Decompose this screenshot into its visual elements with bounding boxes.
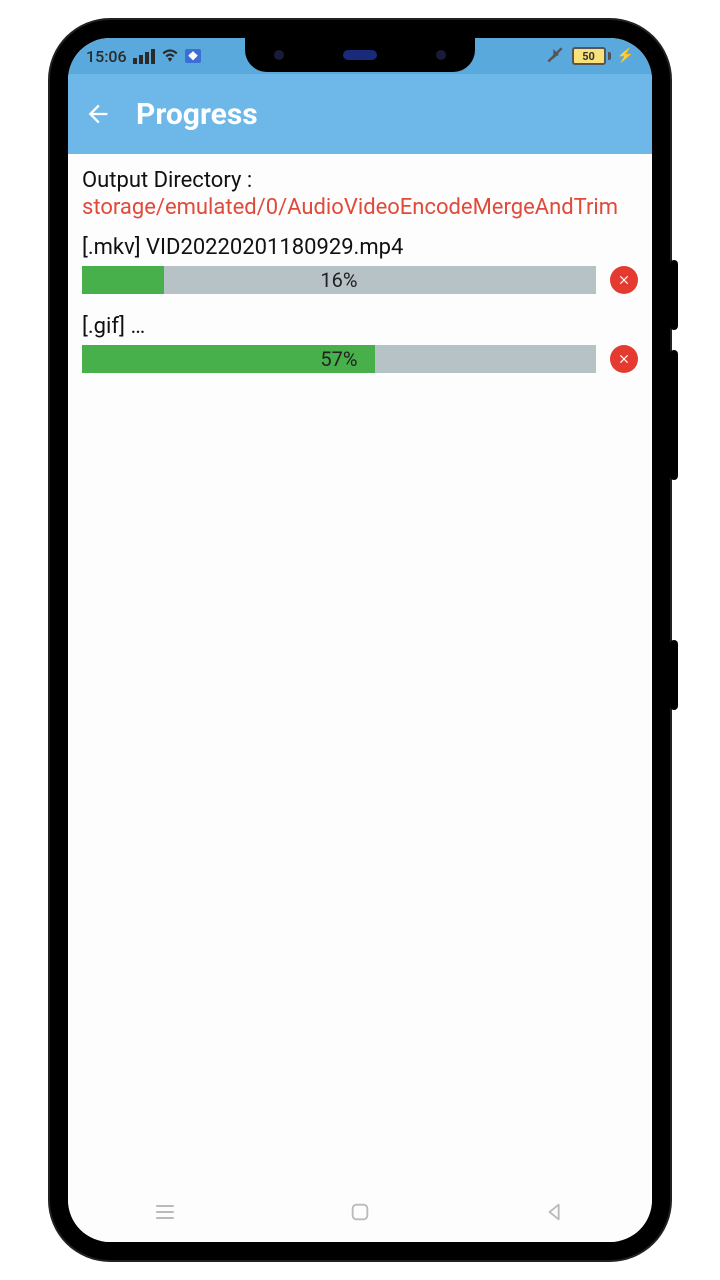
task-item: [.gif] … 57% (82, 314, 638, 373)
system-nav-bar (68, 1182, 652, 1242)
notch (245, 38, 475, 72)
bluetooth-icon: ❖ (185, 49, 202, 63)
progress-bar: 57% (82, 345, 596, 373)
progress-percent: 16% (82, 266, 596, 294)
app-bar: Progress (68, 74, 652, 154)
charging-icon: ⚡ (617, 48, 634, 64)
task-filename: [.gif] … (82, 314, 638, 339)
status-time: 15:06 (86, 47, 127, 66)
battery-percent: 50 (582, 50, 595, 63)
volume-down-button[interactable] (670, 350, 678, 480)
power-button[interactable] (670, 640, 678, 710)
home-button[interactable] (340, 1192, 380, 1232)
nav-back-button[interactable] (535, 1192, 575, 1232)
back-button[interactable] (82, 98, 114, 130)
progress-bar: 16% (82, 266, 596, 294)
phone-frame: 15:06 ❖ 50 ⚡ (50, 20, 670, 1260)
page-title: Progress (136, 97, 258, 132)
wifi-icon (161, 47, 179, 66)
mute-icon (544, 44, 566, 69)
screen: 15:06 ❖ 50 ⚡ (68, 38, 652, 1242)
task-filename: [.mkv] VID20220201180929.mp4 (82, 235, 638, 260)
battery-icon: 50 (572, 47, 611, 65)
recent-apps-button[interactable] (145, 1192, 185, 1232)
output-directory-path: storage/emulated/0/AudioVideoEncodeMerge… (82, 195, 638, 221)
task-item: [.mkv] VID20220201180929.mp4 16% (82, 235, 638, 294)
cellular-icon (133, 49, 155, 64)
progress-percent: 57% (82, 345, 596, 373)
cancel-task-button[interactable] (610, 345, 638, 373)
volume-up-button[interactable] (670, 260, 678, 330)
content-area: Output Directory : storage/emulated/0/Au… (68, 154, 652, 1182)
cancel-task-button[interactable] (610, 266, 638, 294)
output-directory-label: Output Directory : (82, 168, 638, 193)
